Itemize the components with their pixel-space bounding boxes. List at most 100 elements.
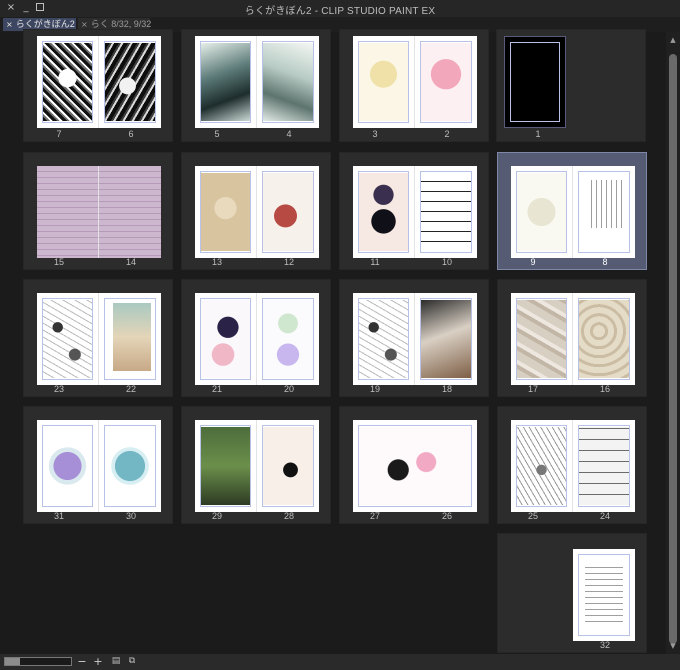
page-thumbnail[interactable] — [415, 36, 477, 128]
spread-32[interactable]: 32 — [497, 533, 647, 653]
page-thumbnail[interactable] — [37, 36, 99, 128]
spread-21-20[interactable]: 21 20 — [181, 279, 331, 397]
spread-25-24[interactable]: 25 24 — [497, 406, 647, 524]
spread-3-2[interactable]: 3 2 — [339, 29, 489, 142]
scroll-down-icon[interactable]: ▼ — [666, 640, 680, 652]
page-thumbnail[interactable] — [37, 166, 99, 258]
page-thumbnail[interactable] — [99, 166, 161, 258]
page-number: 2 — [444, 129, 450, 139]
page-art — [421, 43, 471, 121]
zoom-in-button[interactable]: + — [92, 655, 104, 668]
page-thumbnail[interactable] — [257, 36, 319, 128]
spread-pages — [511, 293, 635, 385]
spread-pages — [353, 166, 477, 258]
page-art — [263, 427, 313, 505]
spread-pages — [37, 166, 161, 258]
page-art — [517, 300, 566, 378]
spread-pages — [195, 420, 319, 512]
page-art — [263, 43, 313, 121]
spread-1[interactable]: 1 — [496, 29, 646, 142]
spread-23-22[interactable]: 23 22 — [23, 279, 173, 397]
page-number: 12 — [283, 257, 294, 267]
page-thumbnail[interactable] — [353, 36, 415, 128]
page-thumbnail[interactable] — [195, 293, 257, 385]
page-thumbnail[interactable] — [415, 293, 477, 385]
page-manager: 7 6 5 4 3 2 1 15 14 13 12 11 10 9 8 23 2… — [0, 29, 680, 654]
page-art — [201, 427, 250, 505]
page-number: 24 — [599, 511, 610, 521]
tab-label: らくがきぼん2 — [15, 19, 75, 29]
page-art — [43, 427, 92, 505]
spread-grid: 7 6 5 4 3 2 1 15 14 13 12 11 10 9 8 23 2… — [0, 29, 666, 654]
spread-pages — [195, 293, 319, 385]
spread-5-4[interactable]: 5 4 — [181, 29, 331, 142]
spread-17-16[interactable]: 17 16 — [497, 279, 647, 397]
close-tab-icon[interactable]: × — [6, 20, 13, 29]
page-thumbnail[interactable] — [353, 420, 477, 512]
spread-pages — [511, 166, 635, 258]
close-tab-icon[interactable]: × — [81, 20, 88, 29]
page-art — [579, 300, 629, 378]
page-thumbnail[interactable] — [195, 420, 257, 512]
scroll-up-icon[interactable]: ▲ — [666, 34, 680, 46]
page-thumbnail[interactable] — [511, 293, 573, 385]
page-thumbnail[interactable] — [504, 36, 566, 128]
page-art — [421, 173, 471, 251]
page-thumbnail[interactable] — [257, 166, 319, 258]
scrollbar-thumb[interactable] — [669, 54, 677, 644]
spread-7-6[interactable]: 7 6 — [23, 29, 173, 142]
page-art — [517, 427, 566, 505]
page-thumbnail[interactable] — [573, 293, 635, 385]
page-thumbnail[interactable] — [37, 293, 99, 385]
spread-pages — [37, 293, 161, 385]
page-thumbnail[interactable] — [353, 166, 415, 258]
page-thumbnail[interactable] — [511, 166, 573, 258]
page-thumbnail[interactable] — [415, 166, 477, 258]
view-icon[interactable]: ⧉ — [126, 656, 138, 667]
status-bar: − + ▤ ⧉ — [0, 654, 680, 670]
page-number: 5 — [214, 129, 220, 139]
page-thumbnail[interactable] — [353, 293, 415, 385]
zoom-slider[interactable] — [4, 657, 72, 666]
spread-29-28[interactable]: 29 28 — [181, 406, 331, 524]
spread-9-8-selected[interactable]: 9 8 — [497, 152, 647, 270]
page-thumbnail[interactable] — [573, 166, 635, 258]
zoom-out-button[interactable]: − — [76, 655, 88, 668]
page-thumbnail[interactable] — [99, 293, 161, 385]
page-thumbnail[interactable] — [99, 36, 161, 128]
pages-icon[interactable]: ▤ — [110, 656, 122, 667]
page-thumbnail[interactable] — [99, 420, 161, 512]
spread-11-10[interactable]: 11 10 — [339, 152, 489, 270]
spread-pages — [353, 420, 477, 512]
page-thumbnail[interactable] — [573, 420, 635, 512]
spread-pages — [353, 293, 477, 385]
spread-pages — [511, 420, 635, 512]
spread-27-26[interactable]: 27 26 — [339, 406, 489, 524]
spread-19-18[interactable]: 19 18 — [339, 279, 489, 397]
page-thumbnail[interactable] — [37, 420, 99, 512]
page-thumbnail[interactable] — [257, 293, 319, 385]
vertical-scrollbar[interactable]: ▲ ▼ — [666, 32, 680, 654]
spread-31-30[interactable]: 31 30 — [23, 406, 173, 524]
page-art — [201, 173, 250, 251]
page-number: 31 — [53, 511, 64, 521]
page-art — [359, 300, 408, 378]
title-bar: × _ らくがきぼん2 - CLIP STUDIO PAINT EX — [0, 0, 680, 17]
page-art — [421, 300, 471, 378]
page-art — [201, 43, 250, 121]
page-art — [113, 303, 151, 371]
page-art — [579, 427, 629, 505]
spread-13-12[interactable]: 13 12 — [181, 152, 331, 270]
page-number: 16 — [599, 384, 610, 394]
page-thumbnail[interactable] — [195, 36, 257, 128]
spread-15-14[interactable]: 15 14 — [23, 152, 173, 270]
page-thumbnail[interactable] — [573, 549, 635, 641]
page-number: 7 — [56, 129, 62, 139]
page-thumbnail[interactable] — [195, 166, 257, 258]
page-art — [37, 166, 98, 258]
page-art — [263, 173, 313, 251]
page-thumbnail[interactable] — [511, 420, 573, 512]
spread-pages — [353, 36, 477, 128]
page-thumbnail[interactable] — [257, 420, 319, 512]
tab-label: らく 8/32, 9/32 — [90, 19, 152, 29]
